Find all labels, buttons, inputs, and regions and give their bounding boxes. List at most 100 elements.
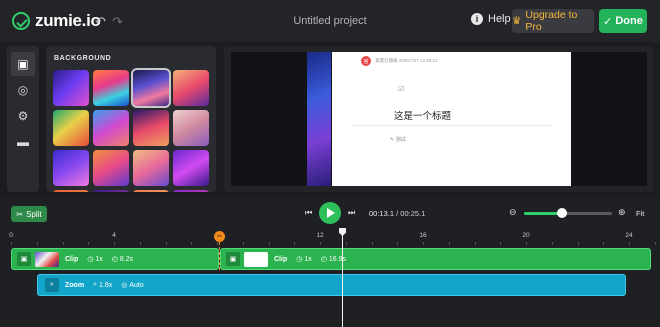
split-label: Split [26, 209, 42, 219]
done-button[interactable]: ✓ Done [599, 9, 647, 33]
preview-canvas[interactable]: 官 掌握云播报 2025/7/27 12:48:21 ☑ 这是一个标题 ✎ 测试 [231, 52, 647, 186]
timer-icon: ◴ [320, 256, 327, 263]
recorded-page: 官 掌握云播报 2025/7/27 12:48:21 ☑ 这是一个标题 ✎ 测试 [332, 52, 571, 186]
ruler-tick [448, 242, 450, 245]
ruler-tick [551, 242, 553, 245]
done-label: Done [615, 15, 643, 27]
divider [352, 125, 552, 126]
ruler-tick [603, 242, 605, 245]
zoom-in-icon[interactable]: ⊕ [618, 207, 626, 218]
background-tile[interactable] [93, 70, 129, 106]
playhead[interactable] [342, 234, 343, 327]
background-tile[interactable] [53, 150, 89, 186]
time-display: 00:13.1 / 00:25.1 [369, 209, 425, 218]
ruler-tick [242, 242, 244, 245]
zoom-mode-value: Auto [129, 281, 144, 289]
ruler-label: 4 [112, 232, 116, 239]
background-tile[interactable] [93, 110, 129, 146]
skip-forward-icon[interactable]: ⏭ [348, 208, 355, 218]
checkbox-icon: ☑ [398, 86, 405, 93]
briefcase-icon[interactable]: ▬ [11, 130, 35, 154]
zoom-mode: ◎ Auto [121, 281, 144, 290]
background-tile[interactable] [173, 110, 209, 146]
background-tile[interactable] [93, 190, 129, 192]
doc-title: 这是一个标题 [394, 111, 452, 122]
ruler-tick [371, 242, 373, 245]
help-label: Help [488, 13, 511, 25]
zoom-slider-knob[interactable] [556, 208, 567, 218]
ruler-tick [11, 242, 12, 245]
ruler-tick [268, 242, 270, 245]
speed-icon: ◷ [296, 256, 303, 263]
check-icon: ✓ [603, 15, 613, 28]
background-tile[interactable] [53, 110, 89, 146]
clip-speed: ◷ 1x [296, 255, 312, 264]
ruler-tick [139, 242, 141, 245]
clip-icon: ▣ [226, 252, 240, 266]
split-button[interactable]: ✂ Split [11, 206, 47, 222]
background-wave [307, 52, 331, 186]
ruler-label: 16 [419, 232, 427, 239]
ruler-tick [217, 242, 218, 245]
ruler-tick [500, 242, 502, 245]
split-marker[interactable]: ✂ [214, 231, 225, 242]
ruler-tick [191, 242, 193, 245]
image-icon[interactable]: ▣ [11, 52, 35, 76]
clip-track-1[interactable]: ▣ Clip ◷ 1x ◴ 8.2s [11, 248, 219, 270]
ruler-tick [423, 242, 424, 245]
clip-thumbnail [244, 251, 268, 267]
skip-back-icon[interactable]: ⏮ [305, 208, 312, 218]
background-tile[interactable] [53, 70, 89, 106]
background-tile[interactable] [133, 110, 169, 146]
ruler-tick [165, 242, 167, 245]
background-tile[interactable] [133, 190, 169, 192]
zoom-slider[interactable] [524, 212, 612, 215]
ruler-label: 20 [522, 232, 530, 239]
background-tile[interactable] [173, 190, 209, 192]
clip-duration-value: 8.2s [119, 255, 134, 263]
doc-note: ✎ 测试 [390, 137, 406, 143]
background-tile[interactable] [53, 190, 89, 192]
magnifier-small-icon: ⌕ [93, 281, 97, 288]
ruler-tick [654, 242, 656, 245]
clip-label: Clip [274, 255, 288, 263]
crown-icon: ♛ [512, 15, 522, 27]
doc-meta: 掌握云播报 2025/7/27 12:48:21 [375, 58, 438, 63]
zoom-track[interactable]: ⌕ Zoom ⌕ 1.8x ◎ Auto [37, 274, 626, 296]
clip-speed-value: 1x [95, 255, 103, 263]
ruler-tick [474, 242, 476, 245]
ruler-label: 24 [625, 232, 633, 239]
clip-track-2[interactable]: ▣ Clip ◷ 1x ◴ 16.9s [220, 248, 651, 270]
author-avatar: 官 [361, 56, 371, 66]
background-tile[interactable] [133, 150, 169, 186]
background-panel: BACKGROUND [46, 46, 216, 192]
play-button[interactable] [319, 202, 341, 224]
timer-icon: ◴ [111, 256, 118, 263]
fit-button[interactable]: Fit [636, 209, 644, 218]
clip-duration-value: 16.9s [328, 255, 346, 263]
gear-icon[interactable]: ⚙ [11, 104, 35, 128]
background-tile[interactable] [93, 150, 129, 186]
cursor-icon[interactable]: ◎ [11, 78, 35, 102]
clip-speed: ◷ 1x [87, 255, 103, 264]
clip-icon: ▣ [17, 252, 31, 266]
magnifier-icon: ⌕ [45, 278, 59, 292]
ruler-label: 0 [9, 232, 13, 239]
scissors-icon: ✂ [16, 209, 24, 219]
ruler-tick [577, 242, 579, 245]
ruler-tick [62, 242, 64, 245]
help-button[interactable]: i Help [471, 13, 511, 25]
upgrade-button[interactable]: ♛ Upgrade to Pro [512, 9, 594, 33]
zoom-factor-value: 1.8x [98, 281, 113, 289]
background-tile[interactable] [131, 68, 171, 108]
time-ruler[interactable]: 04812162024 [0, 228, 660, 246]
ruler-tick [629, 242, 630, 245]
ruler-tick [88, 242, 90, 245]
ruler-tick [397, 242, 399, 245]
background-tile[interactable] [173, 70, 209, 106]
background-tile[interactable] [173, 150, 209, 186]
clip-thumbnail [35, 251, 59, 267]
zoom-out-icon[interactable]: ⊖ [509, 207, 517, 218]
current-time: 00:13.1 [369, 209, 395, 218]
top-bar: zumie.io ↶ ↷ Untitled project i Help ♛ U… [0, 0, 660, 42]
